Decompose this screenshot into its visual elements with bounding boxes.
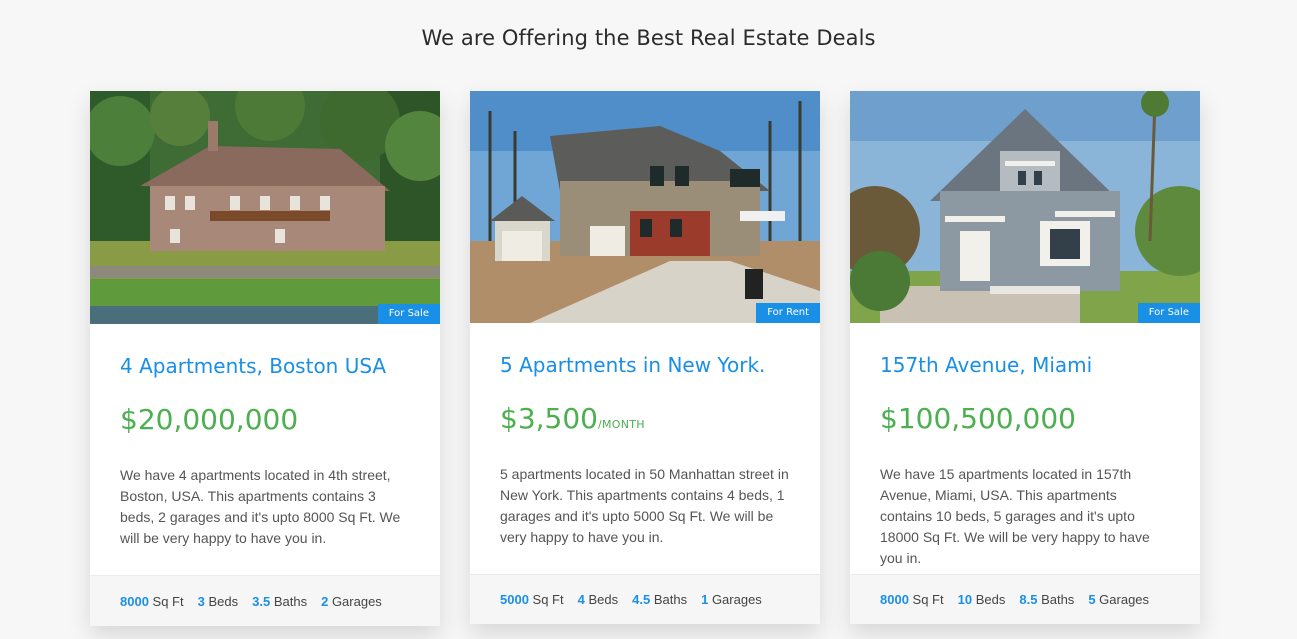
feature-beds: 3 Beds [198,594,239,609]
listing-price: $3,500/MONTH [500,403,790,441]
listing-features: 8000 Sq Ft 10 Beds 8.5 Baths 5 Garages [850,574,1200,624]
listing-description: We have 4 apartments located in 4th stre… [120,467,401,546]
feature-garages: 2 Garages [321,594,382,609]
feature-value: 5 [1088,592,1096,607]
feature-value: 5000 [500,592,529,607]
feature-baths: 3.5 Baths [252,594,307,609]
feature-value: 8000 [120,593,149,609]
feature-beds: 4 Beds [578,592,619,607]
feature-label: Baths [653,592,688,607]
price-amount: $3,500 [500,402,598,435]
feature-baths: 4.5 Baths [632,592,687,607]
house-photo-new-york [470,91,820,323]
feature-area: 5000 Sq Ft [500,592,564,607]
house-photo-miami [850,91,1200,323]
feature-value: 8.5 [1019,592,1038,607]
listing-description: 5 apartments located in 50 Manhattan str… [500,466,789,545]
feature-garages: 1 Garages [701,592,762,607]
listing-features: 5000 Sq Ft 4 Beds 4.5 Baths 1 Garages [470,574,820,624]
feature-value: 4.5 [632,592,651,607]
feature-value: 10 [957,592,973,607]
feature-label: Garages [711,592,762,607]
listing-title[interactable]: 5 Apartments in New York. [500,354,790,376]
feature-label: Sq Ft [912,592,944,607]
listing-card: For Sale 157th Avenue, Miami $100,500,00… [850,91,1200,624]
listing-price: $20,000,000 [120,404,410,442]
listing-photo[interactable]: For Sale [90,91,440,324]
feature-value: 8000 [880,592,909,607]
feature-value: 3 [197,593,205,609]
price-amount: $100,500,000 [880,402,1076,435]
feature-garages: 5 Garages [1088,592,1149,607]
listing-photo[interactable]: For Sale [850,91,1200,323]
feature-label: Beds [208,593,239,609]
price-amount: $20,000,000 [120,403,299,436]
feature-label: Garages [331,593,382,609]
house-photo-boston [90,91,440,324]
listing-photo[interactable]: For Rent [470,91,820,323]
feature-label: Sq Ft [152,593,184,609]
listing-features: 8000 Sq Ft 3 Beds 3.5 Baths 2 Garages [90,575,440,626]
listing-status-badge: For Sale [377,304,440,324]
feature-label: Sq Ft [532,592,564,607]
listing-price: $100,500,000 [880,403,1170,441]
listing-description: We have 15 apartments located in 157th A… [880,466,1150,566]
feature-label: Baths [1041,592,1075,607]
feature-label: Baths [273,593,308,609]
listing-status-badge: For Sale [1137,303,1200,323]
feature-baths: 8.5 Baths [1019,592,1074,607]
feature-area: 8000 Sq Ft [880,592,944,607]
feature-value: 3.5 [252,593,271,609]
feature-value: 2 [321,593,329,609]
feature-label: Garages [1099,592,1150,607]
listing-title[interactable]: 4 Apartments, Boston USA [120,355,410,377]
feature-label: Beds [975,592,1006,607]
feature-value: 4 [577,592,585,607]
feature-label: Beds [588,592,619,607]
feature-value: 1 [701,592,709,607]
listing-status-badge: For Rent [756,303,820,323]
listing-card: For Sale 4 Apartments, Boston USA $20,00… [90,91,440,626]
section-title: We are Offering the Best Real Estate Dea… [421,26,876,50]
price-unit: /MONTH [597,418,645,431]
listing-card: For Rent 5 Apartments in New York. $3,50… [470,91,820,624]
feature-area: 8000 Sq Ft [120,594,184,609]
listing-title[interactable]: 157th Avenue, Miami [880,354,1170,376]
feature-beds: 10 Beds [958,592,1006,607]
